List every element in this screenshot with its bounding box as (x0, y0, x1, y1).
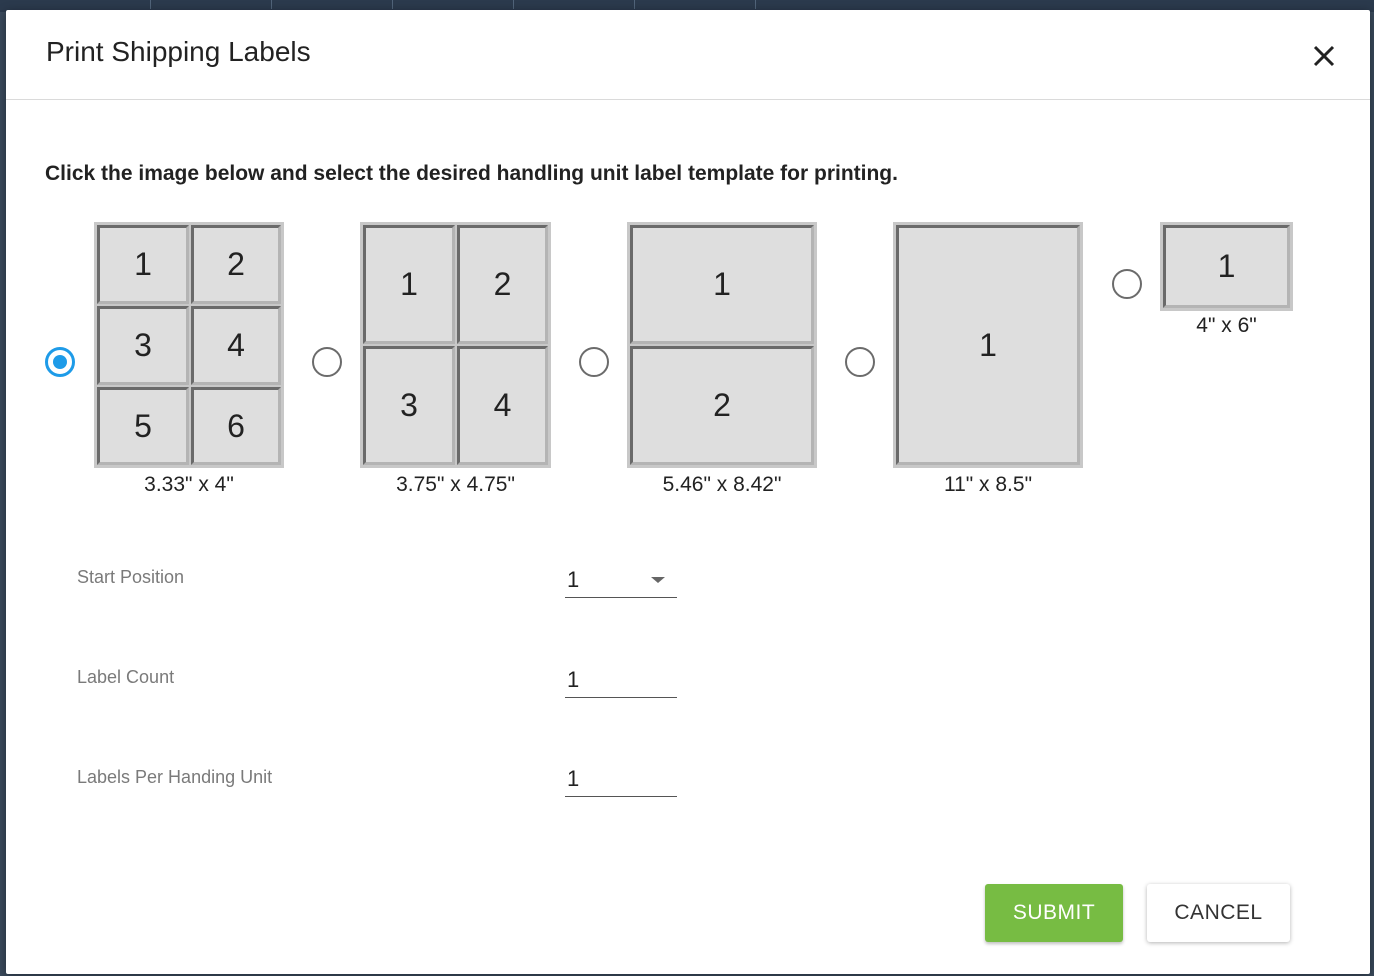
label-cell: 3 (97, 306, 189, 385)
chevron-down-icon (651, 577, 665, 583)
template-radio-3x2[interactable] (45, 347, 75, 377)
label-cell: 1 (630, 225, 814, 344)
label-count-label: Label Count (77, 667, 175, 687)
label-cell: 4 (457, 346, 548, 465)
template-radio-4x6[interactable] (1112, 269, 1142, 299)
template-radio-2x2[interactable] (312, 347, 342, 377)
label-cell: 1 (363, 225, 455, 344)
template-size-label: 11" x 8.5" (943, 473, 1033, 496)
label-cell: 1 (1163, 225, 1290, 308)
submit-button[interactable]: SUBMIT (985, 884, 1123, 942)
label-cell: 5 (97, 387, 189, 465)
template-sheet-4x6[interactable]: 1 (1160, 222, 1293, 311)
label-cell: 2 (630, 346, 814, 465)
start-position-value: 1 (567, 567, 580, 592)
template-radio-2x1[interactable] (579, 347, 609, 377)
labels-per-unit-value: 1 (567, 766, 580, 791)
cancel-button[interactable]: CANCEL (1147, 884, 1290, 942)
close-button[interactable] (1306, 38, 1342, 74)
label-count-input[interactable]: 1 (565, 662, 677, 698)
label-cell: 2 (191, 225, 281, 304)
template-sheet-2x2[interactable]: 1 2 3 4 (360, 222, 551, 468)
start-position-select[interactable]: 1 (565, 562, 677, 598)
template-sheet-3x2[interactable]: 1 2 3 4 5 6 (94, 222, 284, 468)
template-sheet-2x1[interactable]: 1 2 (627, 222, 817, 468)
label-cell: 1 (896, 225, 1080, 465)
print-labels-dialog: Print Shipping Labels Click the image be… (6, 10, 1370, 974)
close-icon (1313, 45, 1335, 67)
label-cell: 6 (191, 387, 281, 465)
labels-per-unit-input[interactable]: 1 (565, 761, 677, 797)
label-cell: 2 (457, 225, 548, 344)
dialog-title: Print Shipping Labels (46, 36, 311, 67)
label-cell: 1 (97, 225, 189, 304)
label-cell: 3 (363, 346, 455, 465)
instruction-text: Click the image below and select the des… (45, 162, 898, 185)
template-size-label: 3.33" x 4" (144, 473, 234, 496)
dialog-header: Print Shipping Labels (6, 10, 1370, 100)
start-position-label: Start Position (77, 567, 185, 587)
template-sheet-full-page[interactable]: 1 (893, 222, 1083, 468)
template-radio-full-page[interactable] (845, 347, 875, 377)
template-size-label: 3.75" x 4.75" (396, 473, 515, 496)
template-size-label: 5.46" x 8.42" (662, 473, 782, 496)
template-size-label: 4" x 6" (1196, 314, 1257, 337)
label-cell: 4 (191, 306, 281, 385)
labels-per-unit-label: Labels Per Handing Unit (77, 767, 273, 787)
label-count-value: 1 (567, 667, 580, 692)
